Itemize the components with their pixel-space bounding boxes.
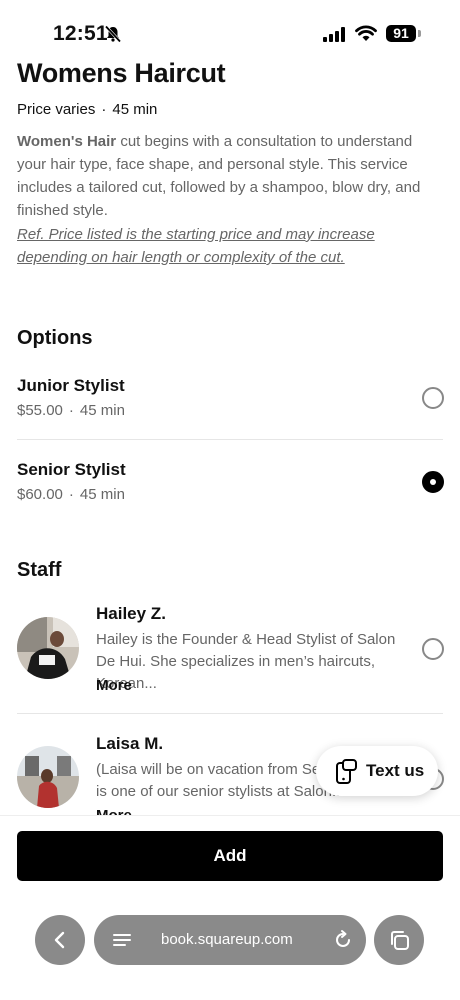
separator-dot: · (68, 486, 74, 503)
service-price: Price varies (17, 101, 96, 118)
staff-heading: Staff (17, 559, 62, 581)
separator-dot: · (68, 402, 74, 419)
separator-dot: · (101, 101, 107, 118)
option-radio-selected[interactable] (422, 471, 444, 493)
option-name: Senior Stylist (17, 460, 126, 479)
more-link[interactable]: More (96, 807, 132, 815)
staff-photo-icon (17, 617, 79, 679)
page-title: Womens Haircut (17, 58, 226, 88)
service-meta: Price varies · 45 min (17, 101, 157, 118)
option-meta: $55.00 · 45 min (17, 402, 125, 419)
avatar (17, 746, 79, 808)
options-heading: Options (17, 327, 93, 349)
chevron-left-icon (54, 931, 65, 949)
staff-photo-icon (17, 746, 79, 808)
bottom-bar: Add book.squareup.com (0, 815, 460, 1000)
back-button[interactable] (35, 915, 85, 965)
option-duration: 45 min (79, 402, 125, 419)
chat-phone-icon (336, 759, 357, 784)
text-us-button[interactable]: Text us (316, 746, 438, 796)
staff-bio: Hailey is the Founder & Head Stylist of … (96, 631, 396, 692)
option-duration: 45 min (79, 486, 125, 503)
avatar (17, 617, 79, 679)
text-us-label: Text us (366, 761, 425, 780)
tabs-icon (391, 931, 409, 950)
option-name: Junior Stylist (17, 376, 125, 395)
url-text: book.squareup.com (161, 931, 293, 948)
service-duration: 45 min (112, 101, 158, 118)
option-meta: $60.00 · 45 min (17, 486, 125, 503)
add-button[interactable]: Add (17, 831, 443, 881)
price-reference-note: Ref. Price listed is the starting price … (17, 226, 375, 266)
staff-name: Laisa M. (96, 734, 164, 753)
reload-icon[interactable] (332, 929, 354, 951)
option-price: $60.00 (17, 486, 63, 503)
description-bold: Women's Hair (17, 133, 117, 150)
divider (17, 713, 443, 714)
service-details[interactable]: Womens Haircut Price varies · 45 min Women… (0, 0, 460, 815)
more-link[interactable]: More (96, 677, 132, 694)
service-description: Women's Hair cut begins with a consultat… (17, 130, 445, 222)
divider (17, 439, 443, 440)
staff-name: Hailey Z. (96, 604, 166, 623)
page-menu-icon (113, 934, 131, 946)
staff-radio[interactable] (422, 638, 444, 660)
option-radio[interactable] (422, 387, 444, 409)
tabs-button[interactable] (374, 915, 424, 965)
address-bar[interactable]: book.squareup.com (94, 915, 366, 965)
option-price: $55.00 (17, 402, 63, 419)
